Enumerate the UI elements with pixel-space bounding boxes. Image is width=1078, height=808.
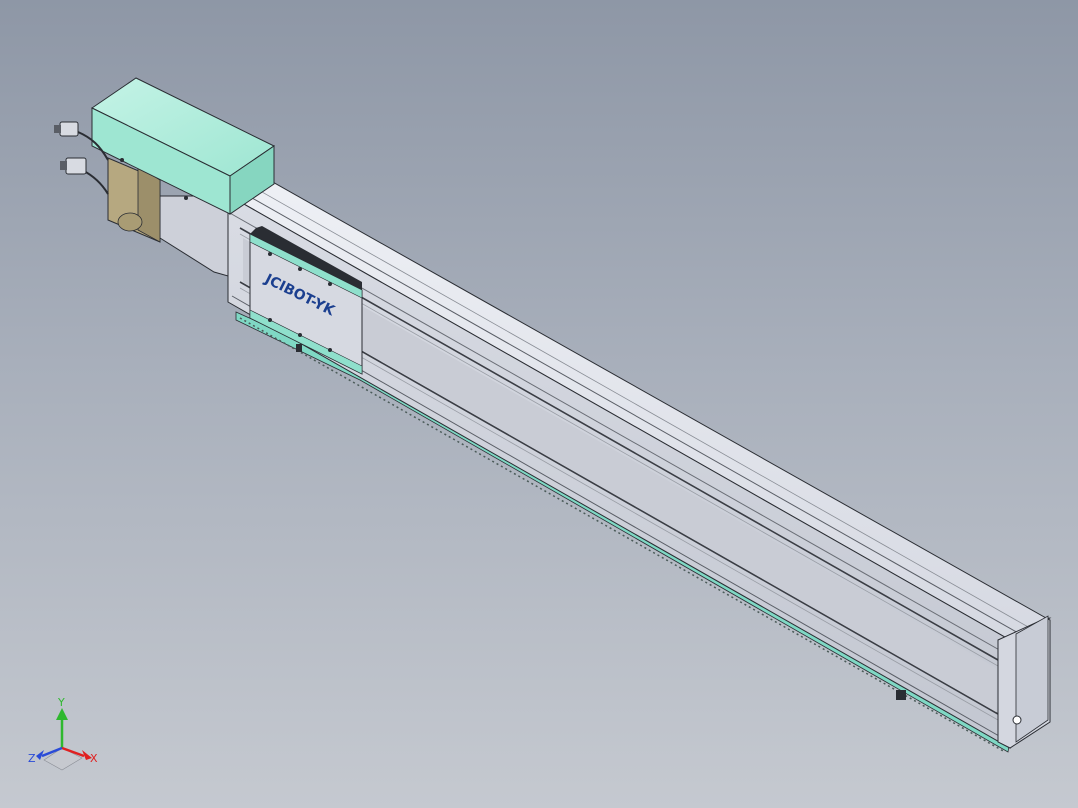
triad-z-label: Z <box>28 752 36 765</box>
connector-1-tip <box>54 125 61 133</box>
end-cap-hole <box>1012 715 1022 725</box>
motor-cover-screw <box>120 158 124 162</box>
carriage-screw-3 <box>328 282 332 286</box>
triad-y-arrow <box>56 708 68 720</box>
end-cap-face <box>1015 615 1049 743</box>
connector-1 <box>59 121 79 137</box>
triad-y-label: Y <box>57 696 65 709</box>
triad-x-label: X <box>90 752 98 765</box>
carriage-screw-2 <box>298 267 302 271</box>
profile-groove-1 <box>237 189 1021 635</box>
profile-top-face <box>226 175 1047 641</box>
cad-viewport[interactable]: JCIBOT-YK Y X Z <box>0 0 1078 808</box>
connector-2-tip <box>60 161 67 170</box>
profile-groove-2 <box>247 183 1031 629</box>
connector-2 <box>65 157 87 175</box>
carriage-screw-1 <box>268 252 272 256</box>
carriage-sensor-tab <box>296 344 302 352</box>
model-drawing: JCIBOT-YK Y X Z <box>28 77 1052 771</box>
limit-sensor <box>896 690 906 700</box>
carriage-screw-5 <box>298 333 302 337</box>
carriage-screw-4 <box>268 318 272 322</box>
stepper-motor-endcap <box>117 212 143 232</box>
coordinate-triad: Y X Z <box>28 696 98 771</box>
triad-base <box>43 747 83 771</box>
motor-cover-screw-2 <box>184 196 188 200</box>
carriage-screw-6 <box>328 348 332 352</box>
